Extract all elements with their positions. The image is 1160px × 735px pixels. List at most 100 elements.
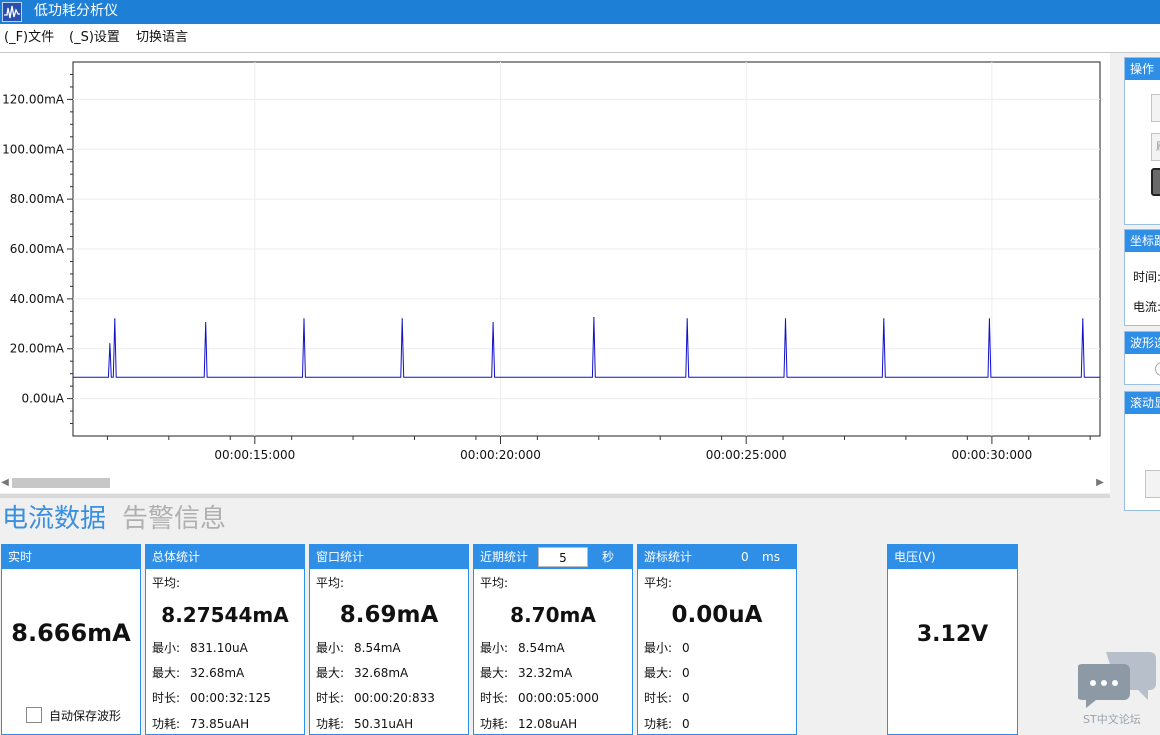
x-axis: 00:00:15:000 00:00:20:000 00:00:25:000 00:0… <box>106 436 1091 462</box>
total-max-value: 32.68mA <box>190 666 245 680</box>
menu-settings[interactable]: (_S)设置 <box>69 30 120 46</box>
menu-file[interactable]: (_F)文件 <box>4 30 54 46</box>
window-avg-value: 8.69mA <box>339 602 439 628</box>
peak-point <box>1082 318 1084 320</box>
cursor-ms-value: 0 <box>741 550 749 564</box>
voltage-title: 电压(V) <box>888 545 1017 569</box>
total-duration-label: 时长: <box>152 691 181 705</box>
window-stats-panel: 窗口统计 平均: 8.69mA 最小: 8.54mA 最大: 32.68mA 时长:… <box>309 544 469 735</box>
window-duration-value: 00:00:20:833 <box>354 691 435 705</box>
y-tick-label: 60.00mA <box>10 242 65 256</box>
menu-language[interactable]: 切换语言 <box>136 30 188 46</box>
operation-button-1[interactable] <box>1151 94 1160 122</box>
total-power-value: 73.85uAH <box>190 717 250 731</box>
peak-point <box>883 318 885 320</box>
chart-horizontal-scrollbar[interactable]: ◀ ▶ <box>0 476 1110 490</box>
recent-min-value: 8.54mA <box>518 641 565 655</box>
recent-duration-value: 00:00:05:000 <box>518 691 599 705</box>
operation-button-3[interactable] <box>1151 168 1160 196</box>
autosave-checkbox[interactable] <box>26 707 42 723</box>
refresh-button[interactable]: 刷 <box>1151 133 1160 161</box>
y-tick-label: 100.00mA <box>2 142 65 156</box>
recent-power-value: 12.08uAH <box>518 717 578 731</box>
cursor-stats-title: 游标统计 <box>644 550 693 564</box>
menu-bar: (_F)文件 (_S)设置 切换语言 <box>0 24 1160 53</box>
watermark-text: ST中文论坛 <box>1083 713 1141 726</box>
total-min-label: 最小: <box>152 641 181 655</box>
x-tick-label: 00:00:15:000 <box>214 448 295 462</box>
scroll-left-arrow-icon[interactable]: ◀ <box>0 476 10 490</box>
splitter[interactable] <box>0 494 1110 498</box>
total-duration-value: 00:00:32:125 <box>190 691 271 705</box>
window-title: 低功耗分析仪 <box>34 3 118 19</box>
current-waveform-chart[interactable]: 120.00mA 100.00mA 80.00mA 60.00mA 40.00mA 20.… <box>0 53 1110 493</box>
recent-avg-label: 平均: <box>480 576 509 590</box>
cursor-duration-value: 0 <box>682 691 690 705</box>
right-control-panel: 操作 刷 坐标跟 时间: 电流: 波形选 滚动显 <box>1122 53 1160 513</box>
tab-current-data[interactable]: 电流数据 <box>2 502 106 536</box>
window-stats-title: 窗口统计 <box>310 545 468 569</box>
total-power-label: 功耗: <box>152 717 181 731</box>
realtime-value: 8.666mA <box>11 619 131 647</box>
coord-current-label: 电流: <box>1133 300 1160 314</box>
cursor-power-value: 0 <box>682 717 690 731</box>
cursor-stats-panel: 游标统计 0 ms 平均: 0.00uA 最小: 0 最大: 0 时长: 0 功耗: 0 <box>637 544 797 735</box>
chart-svg: 120.00mA 100.00mA 80.00mA 60.00mA 40.00mA 20.… <box>2 61 1101 462</box>
x-tick-label: 00:00:25:000 <box>706 448 787 462</box>
total-stats-title: 总体统计 <box>146 545 304 569</box>
recent-max-label: 最大: <box>480 666 509 680</box>
realtime-panel: 实时 8.666mA 自动保存波形 <box>1 544 141 735</box>
peak-point <box>492 321 494 324</box>
operations-group: 操作 刷 <box>1124 57 1160 225</box>
peak-point <box>593 316 595 319</box>
peak-point <box>988 318 991 320</box>
window-min-value: 8.54mA <box>354 641 401 655</box>
realtime-title: 实时 <box>2 545 140 569</box>
cursor-avg-label: 平均: <box>644 576 673 590</box>
x-tick-label: 00:00:20:000 <box>460 448 541 462</box>
scroll-thumb[interactable] <box>12 478 110 488</box>
recent-seconds-input[interactable]: 5 <box>538 547 588 567</box>
cursor-avg-value: 0.00uA <box>671 602 763 628</box>
recent-avg-value: 8.70mA <box>510 603 596 627</box>
scroll-display-title: 滚动显 <box>1125 392 1160 414</box>
cursor-duration-label: 时长: <box>644 691 673 705</box>
voltage-value: 3.12V <box>916 622 989 647</box>
cursor-ms-unit: ms <box>762 550 780 564</box>
operations-title: 操作 <box>1125 58 1160 80</box>
voltage-panel: 电压(V) 3.12V <box>887 544 1018 735</box>
cursor-stats-header: 游标统计 0 ms <box>638 545 796 569</box>
window-duration-label: 时长: <box>316 691 345 705</box>
y-tick-label: 120.00mA <box>2 92 65 106</box>
waveform-radio[interactable] <box>1155 362 1160 376</box>
scroll-right-arrow-icon[interactable]: ▶ <box>1095 476 1105 490</box>
total-min-value: 831.10uA <box>190 641 248 655</box>
window-power-value: 50.31uAH <box>354 717 414 731</box>
scroll-display-group: 滚动显 <box>1124 391 1160 511</box>
tab-alarm-info[interactable]: 告警信息 <box>122 502 226 536</box>
recent-duration-label: 时长: <box>480 691 509 705</box>
coord-time-label: 时间: <box>1133 270 1160 284</box>
y-tick-label: 0.00uA <box>21 392 64 406</box>
peak-point <box>109 343 111 345</box>
peak-point <box>114 318 116 320</box>
coordinate-group: 坐标跟 时间: 电流: <box>1124 229 1160 326</box>
window-min-label: 最小: <box>316 641 345 655</box>
peak-point <box>303 318 305 320</box>
cursor-power-label: 功耗: <box>644 717 673 731</box>
recent-min-label: 最小: <box>480 641 509 655</box>
coordinate-title: 坐标跟 <box>1125 230 1160 252</box>
window-max-label: 最大: <box>316 666 345 680</box>
recent-stats-header: 近期统计 5 秒 <box>474 545 632 569</box>
cursor-min-value: 0 <box>682 641 690 655</box>
title-bar: 低功耗分析仪 <box>0 0 1160 24</box>
scroll-display-button[interactable] <box>1145 470 1160 498</box>
window-max-value: 32.68mA <box>354 666 409 680</box>
y-tick-label: 80.00mA <box>10 192 65 206</box>
y-tick-label: 40.00mA <box>10 292 65 306</box>
waveform-select-title: 波形选 <box>1125 332 1160 354</box>
window-power-label: 功耗: <box>316 717 345 731</box>
autosave-label: 自动保存波形 <box>49 709 122 723</box>
cursor-max-label: 最大: <box>644 666 673 680</box>
recent-stats-panel: 近期统计 5 秒 平均: 8.70mA 最小: 8.54mA 最大: 32.32mA… <box>473 544 633 735</box>
